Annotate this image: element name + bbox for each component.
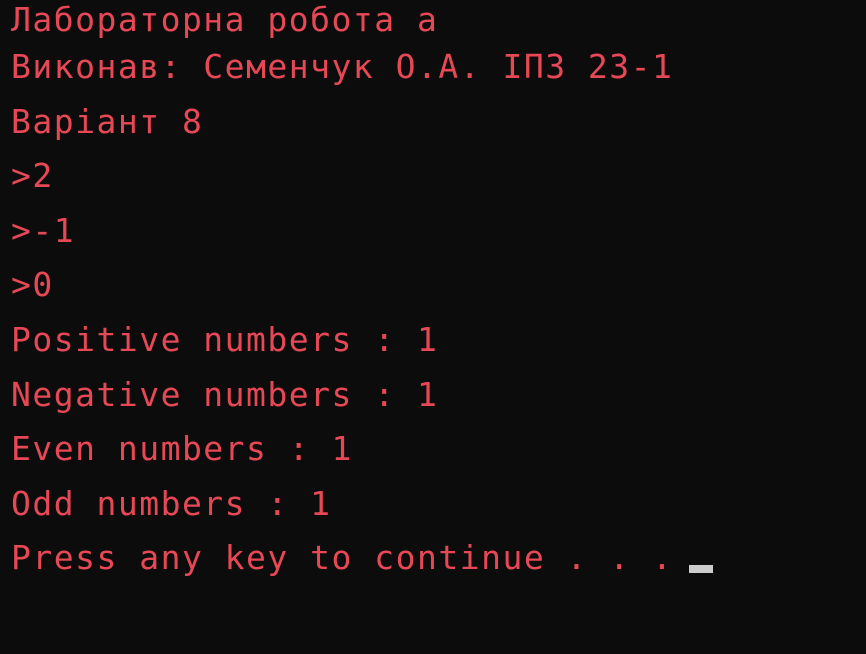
variant-line: Варіант 8 xyxy=(11,95,866,150)
positive-count-line: Positive numbers : 1 xyxy=(11,313,866,368)
input-line-2: >-1 xyxy=(11,204,866,259)
console-window[interactable]: Лабораторна робота а Виконав: Семенчук О… xyxy=(0,0,866,654)
input-text-2: >-1 xyxy=(11,210,76,250)
lab-title-line: Лабораторна робота а xyxy=(11,0,866,40)
even-count-line: Even numbers : 1 xyxy=(11,422,866,477)
positive-count-text: Positive numbers : 1 xyxy=(11,319,439,359)
press-any-key-text: Press any key to continue . . . xyxy=(11,538,674,578)
odd-count-text: Odd numbers : 1 xyxy=(11,483,332,523)
lab-title-text: Лабораторна робота а xyxy=(11,0,439,39)
author-line: Виконав: Семенчук О.А. ІПЗ 23-1 xyxy=(11,40,866,95)
variant-text: Варіант 8 xyxy=(11,101,204,141)
odd-count-line: Odd numbers : 1 xyxy=(11,477,866,532)
input-text-1: >2 xyxy=(11,156,54,196)
negative-count-line: Negative numbers : 1 xyxy=(11,368,866,423)
press-any-key-line: Press any key to continue . . . xyxy=(11,531,866,586)
negative-count-text: Negative numbers : 1 xyxy=(11,374,439,414)
text-cursor xyxy=(689,565,714,574)
input-text-3: >0 xyxy=(11,265,54,305)
input-line-1: >2 xyxy=(11,149,866,204)
input-line-3: >0 xyxy=(11,258,866,313)
even-count-text: Even numbers : 1 xyxy=(11,429,353,469)
author-text: Виконав: Семенчук О.А. ІПЗ 23-1 xyxy=(11,47,674,86)
